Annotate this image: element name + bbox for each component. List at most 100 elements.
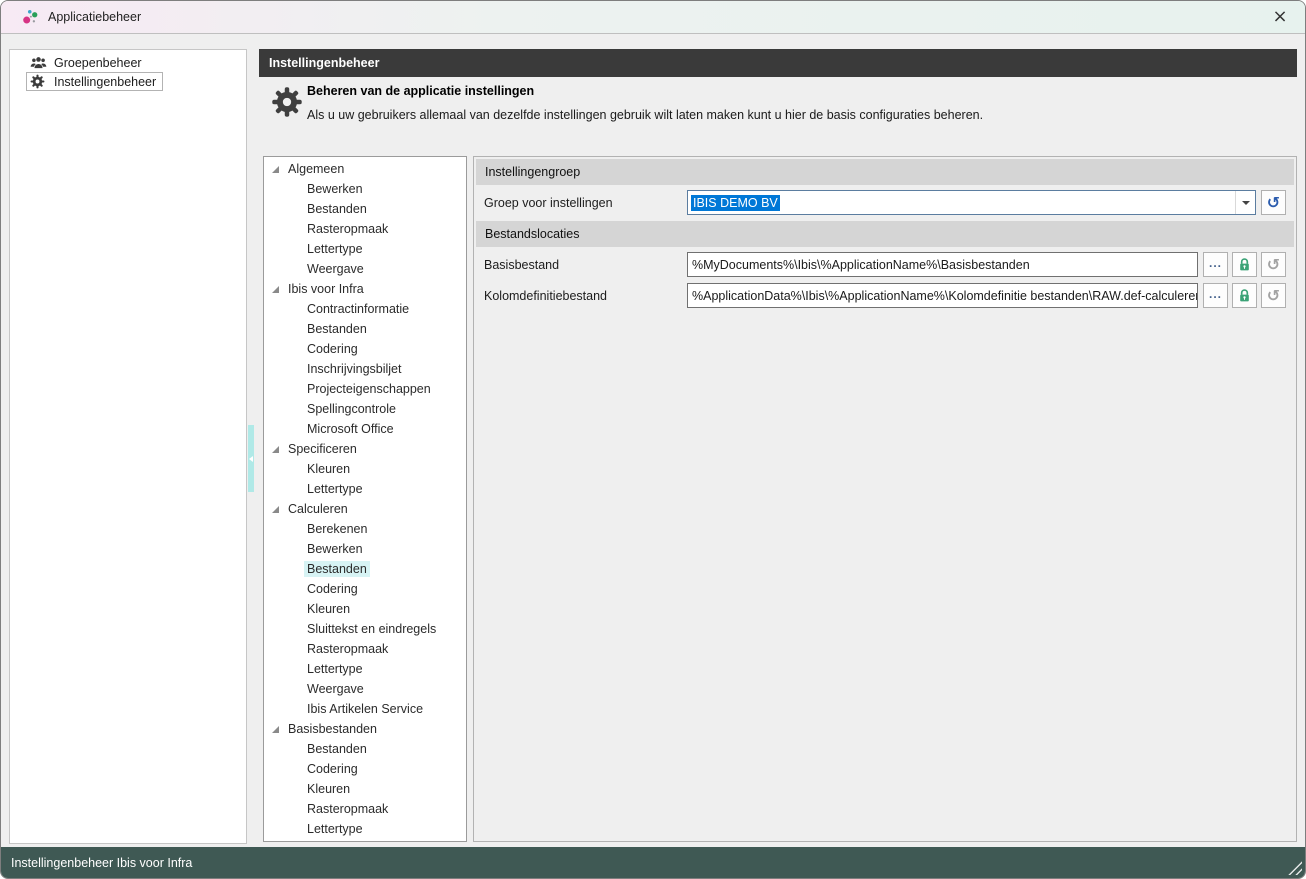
setting-row-groep-voor-instellingen: Groep voor instellingen IBIS DEMO BV ↺ [484, 190, 1286, 215]
tree-item[interactable]: Ibis voor Infra [264, 279, 466, 299]
combobox-value: IBIS DEMO BV [691, 194, 780, 211]
tree-item-label: Bewerken [307, 542, 363, 556]
sidebar-item-groepenbeheer[interactable]: Groepenbeheer [26, 53, 149, 72]
page-header-title: Instellingenbeheer [269, 56, 380, 70]
tree-item[interactable]: Kleuren [264, 599, 466, 619]
tree-item-label: Spellingcontrole [307, 402, 396, 416]
tree-item-label: Ibis voor Infra [288, 282, 364, 296]
tree-item[interactable]: Ibis Artikelen Service [264, 699, 466, 719]
tree-expander-icon[interactable] [272, 445, 279, 453]
tree-item-label: Bestanden [307, 202, 367, 216]
tree-item[interactable]: Bestanden [264, 739, 466, 759]
tree-item-label: Projecteigenschappen [307, 382, 431, 396]
close-button[interactable]: × [1269, 8, 1291, 26]
tree-expander-icon[interactable] [272, 285, 279, 293]
reset-button[interactable]: ↺ [1261, 190, 1286, 215]
group-header-instellingengroep: Instellingengroep [476, 159, 1294, 185]
tree-item[interactable]: Spellingcontrole [264, 399, 466, 419]
app-icon [23, 9, 38, 24]
tree-item-label: Bestanden [304, 561, 370, 577]
tree-item-label: Lettertype [307, 482, 363, 496]
tree-item-label: Contractinformatie [307, 302, 410, 316]
setting-label: Groep voor instellingen [484, 195, 613, 210]
intro-title: Beheren van de applicatie instellingen [307, 84, 535, 98]
sidebar-item-label: Groepenbeheer [54, 55, 142, 70]
tree-item[interactable]: Lettertype [264, 479, 466, 499]
textbox-value: %ApplicationData%\Ibis\%ApplicationName%… [692, 288, 1198, 303]
tree-item[interactable]: Bestanden [264, 199, 466, 219]
browse-button[interactable]: ... [1203, 252, 1228, 277]
tree-item[interactable]: Codering [264, 339, 466, 359]
tree-item-label: Codering [307, 342, 358, 356]
setting-row-basisbestand: Basisbestand %MyDocuments%\Ibis\%Applica… [484, 252, 1286, 277]
tree-item-label: Basisbestanden [288, 722, 377, 736]
tree-item-label: Lettertype [307, 242, 363, 256]
resize-grip[interactable] [1288, 861, 1302, 875]
reset-button[interactable]: ↺ [1261, 283, 1286, 308]
titlebar: Applicatiebeheer × [1, 1, 1305, 34]
tree-item[interactable]: Codering [264, 579, 466, 599]
tree-item[interactable]: Basisbestanden [264, 719, 466, 739]
page-header: Instellingenbeheer [259, 49, 1297, 77]
tree-item[interactable]: Kleuren [264, 459, 466, 479]
basisbestand-input[interactable]: %MyDocuments%\Ibis\%ApplicationName%\Bas… [687, 252, 1198, 277]
tree-item[interactable]: Sluittekst en eindregels [264, 619, 466, 639]
tree-item[interactable]: Microsoft Office [264, 419, 466, 439]
group-header-label: Bestandslocaties [485, 227, 580, 241]
settings-tree: Algemeen Bewerken Bestanden Rasteropmaak Let… [263, 156, 467, 842]
tree-item[interactable]: Calculeren [264, 499, 466, 519]
tree-item[interactable]: Contractinformatie [264, 299, 466, 319]
tree-item[interactable]: Bewerken [264, 179, 466, 199]
tree-item[interactable]: Rasteropmaak [264, 219, 466, 239]
tree-item[interactable]: Bewerken [264, 539, 466, 559]
tree-item[interactable]: Weergave [264, 679, 466, 699]
undo-icon: ↺ [1266, 192, 1281, 212]
kolomdefinitiebestand-input[interactable]: %ApplicationData%\Ibis\%ApplicationName%… [687, 283, 1198, 308]
ellipsis-icon: ... [1208, 286, 1222, 301]
browse-button[interactable]: ... [1203, 283, 1228, 308]
lock-button[interactable] [1232, 283, 1257, 308]
tree-item[interactable]: Bestanden [264, 319, 466, 339]
tree-expander-icon[interactable] [272, 165, 279, 173]
lock-button[interactable] [1232, 252, 1257, 277]
sidebar-item-label: Instellingenbeheer [54, 74, 157, 89]
tree-item[interactable]: Berekenen [264, 519, 466, 539]
gear-icon [272, 87, 302, 117]
tree-item[interactable]: Rasteropmaak [264, 799, 466, 819]
tree-item-label: Ibis Artikelen Service [307, 702, 424, 716]
tree-item-label: Algemeen [288, 162, 345, 176]
tree-expander-icon[interactable] [272, 725, 279, 733]
tree-item-label: Sluittekst en eindregels [307, 622, 437, 636]
tree-item[interactable]: Projecteigenschappen [264, 379, 466, 399]
tree-item-label: Kleuren [307, 462, 351, 476]
tree-item-label: Rasteropmaak [307, 222, 389, 236]
tree-item[interactable]: Kleuren [264, 779, 466, 799]
tree-item[interactable]: Bestanden [264, 559, 466, 579]
collapse-arrow-icon [249, 455, 253, 462]
reset-button[interactable]: ↺ [1261, 252, 1286, 277]
tree-item-label: Rasteropmaak [307, 642, 389, 656]
tree-item[interactable]: Algemeen [264, 159, 466, 179]
tree-item[interactable]: Lettertype [264, 819, 466, 839]
sidebar-item-instellingenbeheer[interactable]: Instellingenbeheer [26, 72, 164, 91]
groep-voor-instellingen-combobox[interactable]: IBIS DEMO BV [687, 190, 1256, 215]
tree-expander-icon[interactable] [272, 505, 279, 513]
tree-item[interactable]: Rasteropmaak [264, 639, 466, 659]
undo-icon: ↺ [1266, 254, 1281, 274]
tree-item-label: Lettertype [307, 822, 363, 836]
tree-item[interactable]: Weergave [264, 259, 466, 279]
tree-item-label: Microsoft Office [307, 422, 394, 436]
tree-item[interactable]: Lettertype [264, 239, 466, 259]
settings-panel: Instellingengroep Groep voor instellinge… [473, 156, 1297, 842]
window-title: Applicatiebeheer [48, 10, 142, 24]
tree-item[interactable]: Lettertype [264, 659, 466, 679]
tree-item[interactable]: Inschrijvingsbiljet [264, 359, 466, 379]
gear-icon [30, 74, 48, 90]
lock-icon [1240, 289, 1249, 302]
tree-item[interactable]: Specificeren [264, 439, 466, 459]
tree-item[interactable]: Codering [264, 759, 466, 779]
tree-item-label: Weergave [307, 262, 364, 276]
splitter-handle[interactable] [248, 425, 254, 492]
dropdown-button[interactable] [1235, 191, 1255, 214]
intro-section: Beheren van de applicatie instellingen A… [259, 77, 1297, 153]
